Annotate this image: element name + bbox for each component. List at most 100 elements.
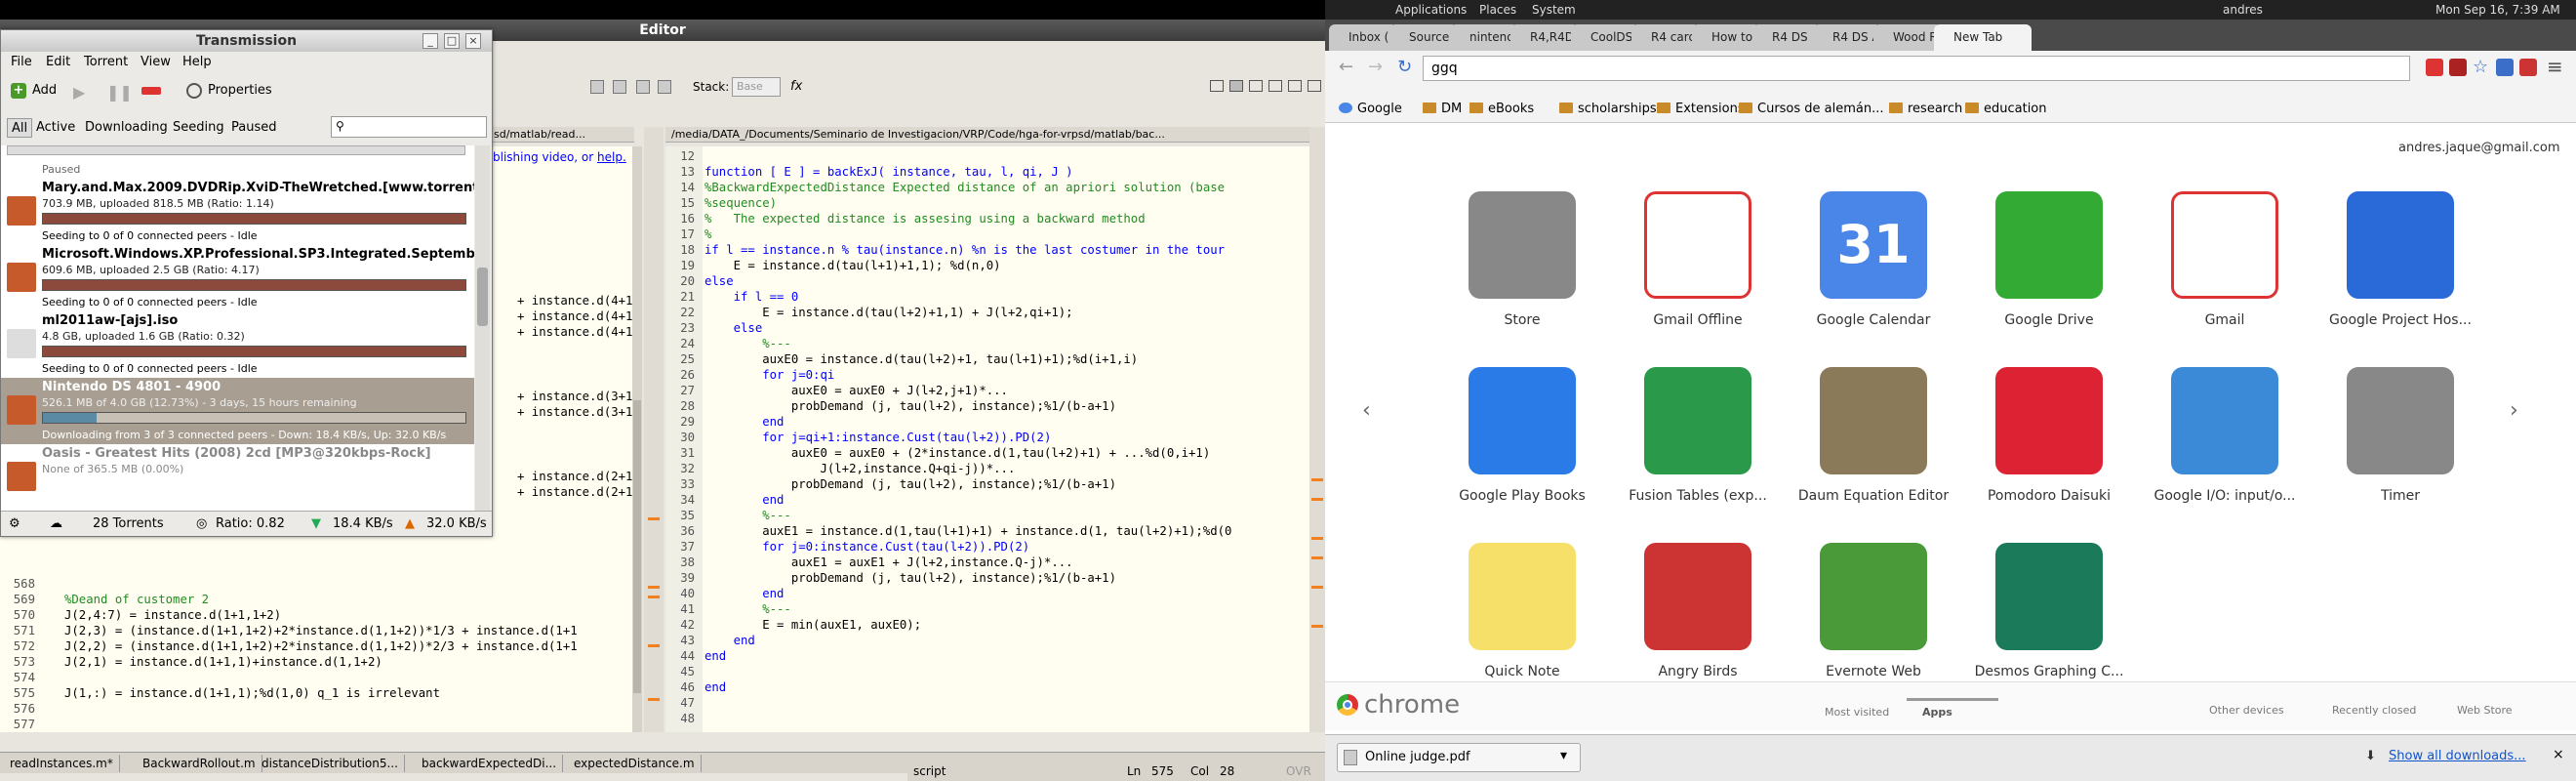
app-tile[interactable]: 31 Google Calendar <box>1786 191 1961 357</box>
layout-float-icon[interactable] <box>1268 80 1282 92</box>
back-icon[interactable]: ← <box>1339 57 1353 77</box>
extension-icon[interactable] <box>2426 59 2443 76</box>
stack-select[interactable]: Base <box>732 77 781 97</box>
filter-active[interactable]: Active <box>36 118 75 138</box>
user-menu[interactable]: andres <box>2223 0 2263 20</box>
editor-file-tab[interactable]: readInstances.m* <box>4 755 120 772</box>
bookmark-item[interactable]: scholarships <box>1559 96 1657 123</box>
recently-closed-menu[interactable]: Recently closed <box>2332 704 2416 717</box>
applications-menu[interactable]: Applications <box>1395 0 1467 20</box>
browser-tab[interactable]: Source C <box>1389 24 1458 51</box>
torrent-list-scrollbar[interactable] <box>475 145 490 526</box>
left-note-link-a[interactable]: blishing video, or <box>493 150 593 164</box>
left-pane-scrollbar[interactable] <box>632 146 642 732</box>
show-all-downloads-link[interactable]: Show all downloads... <box>2389 749 2526 763</box>
extension-icon[interactable] <box>2519 59 2537 76</box>
menu-view[interactable]: View <box>141 52 171 73</box>
torrent-list[interactable]: Paused Mary.and.Max.2009.DVDRip.XviD-The… <box>1 145 474 526</box>
bookmark-star-icon[interactable]: ☆ <box>2473 57 2488 77</box>
close-icon[interactable]: × <box>465 33 481 49</box>
torrent-row[interactable]: ml2011aw-[ajs].iso 4.8 GB, uploaded 1.6 G… <box>1 311 474 378</box>
help-link[interactable]: help. <box>597 150 626 164</box>
forward-icon[interactable]: → <box>1368 57 1383 77</box>
browser-tab[interactable]: New Tab <box>1934 24 2032 51</box>
torrent-row[interactable]: Mary.and.Max.2009.DVDRip.XviD-TheWretche… <box>1 179 474 245</box>
apps-tab[interactable]: Apps <box>1922 706 1952 719</box>
bookmark-item[interactable]: research <box>1889 96 1962 123</box>
app-tile[interactable]: Daum Equation Editor <box>1786 367 1961 533</box>
bookmark-item[interactable]: Google <box>1339 96 1402 123</box>
maximize-icon[interactable]: □ <box>444 33 460 49</box>
toolbar-icon[interactable] <box>636 80 650 94</box>
omnibox-input[interactable]: ggq <box>1423 56 2410 81</box>
menu-file[interactable]: File <box>11 52 32 73</box>
gear-icon[interactable]: ⚙ <box>9 512 20 537</box>
turtle-icon[interactable]: ☁ <box>50 512 62 537</box>
download-item[interactable]: Online judge.pdf ▾ <box>1337 743 1581 772</box>
torrent-row[interactable]: Microsoft.Windows.XP.Professional.SP3.In… <box>1 245 474 311</box>
menu-torrent[interactable]: Torrent <box>84 52 128 73</box>
bookmark-item[interactable]: DM <box>1423 96 1462 123</box>
function-icon[interactable]: fx <box>790 79 802 94</box>
app-tile[interactable]: Google Project Hos... <box>2313 191 2488 357</box>
browser-tab[interactable]: CoolDS <box>1571 24 1639 51</box>
filter-paused[interactable]: Paused <box>231 118 276 138</box>
play-icon[interactable]: ▶ <box>73 83 85 102</box>
app-tile[interactable]: Google Play Books <box>1434 367 1610 533</box>
toolbar-icon[interactable] <box>613 80 626 94</box>
search-input[interactable]: ⚲ <box>331 116 487 138</box>
system-menu[interactable]: System <box>1532 0 1576 20</box>
toolbar-icon[interactable] <box>658 80 671 94</box>
mid-code-area[interactable]: 12 13 function [ E ] = backExJ( instance, … <box>665 146 1309 732</box>
app-tile[interactable]: Gmail <box>2137 191 2313 357</box>
filter-seeding[interactable]: Seeding <box>173 118 224 138</box>
layout-min-icon[interactable] <box>1288 80 1302 92</box>
minimize-icon[interactable]: _ <box>423 33 438 49</box>
menu-help[interactable]: Help <box>182 52 212 73</box>
layout-grid-icon[interactable] <box>1210 80 1224 92</box>
app-tile[interactable]: Gmail Offline <box>1610 191 1786 357</box>
web-store-link[interactable]: Web Store <box>2457 704 2513 717</box>
extension-icon[interactable] <box>2449 59 2467 76</box>
browser-tab[interactable]: R4 DS <box>1752 24 1821 51</box>
extension-icon[interactable] <box>2496 59 2514 76</box>
other-devices-menu[interactable]: Other devices <box>2209 704 2284 717</box>
remove-icon[interactable] <box>141 87 161 95</box>
editor-file-tab[interactable]: BackwardRollout.m <box>137 755 262 772</box>
bookmark-item[interactable]: Cursos de alemán... <box>1739 96 1884 123</box>
editor-file-tab[interactable]: distanceDistribution5... <box>256 755 405 772</box>
app-tile[interactable]: Timer <box>2313 367 2488 533</box>
pause-icon[interactable]: ❚❚ <box>106 83 133 102</box>
next-page-icon[interactable]: › <box>2510 398 2518 423</box>
bookmark-item[interactable]: education <box>1965 96 2047 123</box>
layout-split-icon[interactable] <box>1229 80 1243 92</box>
app-tile[interactable]: Google I/O: input/o... <box>2137 367 2313 533</box>
app-tile[interactable]: Google Drive <box>1961 191 2137 357</box>
filter-downloading[interactable]: Downloading <box>85 118 168 138</box>
app-tile[interactable]: Store <box>1434 191 1610 357</box>
menu-icon[interactable]: ≡ <box>2547 55 2563 78</box>
bookmark-item[interactable]: Extensions <box>1657 96 1745 123</box>
browser-tab[interactable]: R4 card <box>1631 24 1700 51</box>
menu-edit[interactable]: Edit <box>46 52 70 73</box>
editor-file-tab[interactable]: backwardExpectedDi... <box>416 755 564 772</box>
account-email[interactable]: andres.jaque@gmail.com <box>2398 141 2560 155</box>
browser-tab[interactable]: Wood R4 <box>1873 24 1942 51</box>
properties-button[interactable]: Properties <box>208 83 272 98</box>
prev-page-icon[interactable]: ‹ <box>1362 398 1371 423</box>
filter-all[interactable]: All <box>7 118 33 138</box>
torrent-row[interactable]: Nintendo DS 4801 - 4900 526.1 MB of 4.0 G… <box>1 378 474 444</box>
layout-horizontal-icon[interactable] <box>1249 80 1263 92</box>
layout-max-icon[interactable] <box>1308 80 1321 92</box>
ratio-icon[interactable]: ◎ <box>196 512 207 537</box>
browser-tab[interactable]: How to <box>1692 24 1760 51</box>
places-menu[interactable]: Places <box>1479 0 1516 20</box>
browser-tab[interactable]: Inbox (3 <box>1329 24 1397 51</box>
chevron-down-icon[interactable]: ▾ <box>1560 748 1567 763</box>
most-visited-tab[interactable]: Most visited <box>1825 706 1889 719</box>
app-tile[interactable]: Pomodoro Daisuki <box>1961 367 2137 533</box>
bookmark-item[interactable]: eBooks <box>1469 96 1534 123</box>
torrent-row[interactable]: Oasis - Greatest Hits (2008) 2cd [MP3@32… <box>1 444 474 511</box>
browser-tab[interactable]: R4,R4D <box>1510 24 1579 51</box>
browser-tab[interactable]: R4 DS A <box>1813 24 1881 51</box>
